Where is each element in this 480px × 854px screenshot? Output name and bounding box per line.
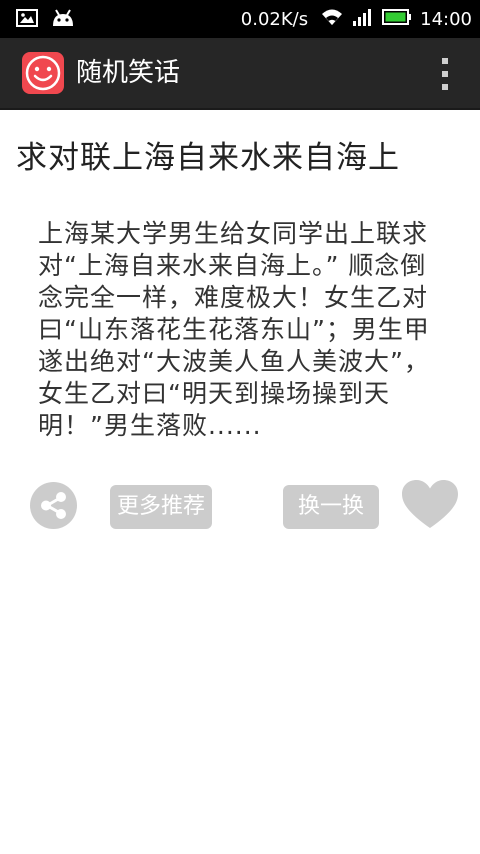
battery-icon bbox=[382, 8, 412, 31]
more-recommendations-button[interactable]: 更多推荐 bbox=[110, 485, 212, 529]
wifi-icon bbox=[320, 7, 344, 32]
overflow-menu-icon[interactable] bbox=[440, 58, 450, 90]
image-notification-icon bbox=[16, 8, 38, 32]
joke-title: 求对联上海自来水来自海上 bbox=[16, 140, 400, 176]
like-button[interactable] bbox=[402, 480, 458, 530]
signal-icon bbox=[352, 7, 374, 32]
heart-icon bbox=[402, 480, 458, 534]
share-button[interactable] bbox=[30, 482, 77, 529]
system-status: 0.02K/s 14:00 bbox=[241, 0, 472, 38]
clock: 14:00 bbox=[420, 8, 472, 30]
joke-body: 上海某大学男生给女同学出上联求对“上海自来水来自海上。” 顺念倒念完全一样，难度… bbox=[38, 219, 430, 440]
joke-content: 求对联上海自来水来自海上 上海某大学男生给女同学出上联求对“上海自来水来自海上。… bbox=[0, 110, 480, 854]
smiley-app-icon[interactable] bbox=[22, 52, 64, 94]
action-bar: 随机笑话 bbox=[0, 38, 480, 110]
android-notification-icon bbox=[50, 8, 76, 32]
notification-area bbox=[16, 8, 76, 32]
network-speed: 0.02K/s bbox=[240, 8, 309, 30]
app-title: 随机笑话 bbox=[76, 58, 181, 88]
next-joke-button[interactable]: 换一换 bbox=[283, 485, 379, 529]
status-bar: 0.02K/s 14:00 bbox=[0, 0, 480, 38]
